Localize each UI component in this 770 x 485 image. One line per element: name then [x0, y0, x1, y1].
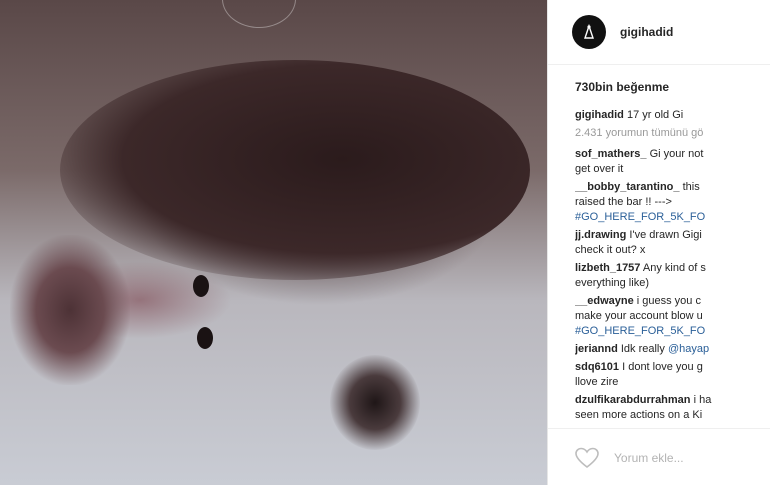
- list-item: lizbeth_1757 Any kind of s everything li…: [575, 261, 770, 291]
- comment-text: i guess you c: [636, 295, 701, 307]
- comment-text: I dont love you g: [622, 361, 703, 373]
- post-header: gigihadid: [548, 0, 770, 65]
- photo-lips-region: [10, 235, 130, 385]
- list-item: sdq6101 I dont love you g llove zire: [575, 360, 770, 390]
- comment-username[interactable]: __bobby_tarantino_: [575, 181, 680, 193]
- photo-eye-region: [330, 355, 420, 450]
- list-item: jeriannd Idk really @hayap: [575, 342, 770, 357]
- caption-text: 17 yr old Gi: [626, 109, 684, 121]
- comment-username[interactable]: jj.drawing: [575, 229, 626, 241]
- comment-text: this: [682, 181, 700, 193]
- comment-username[interactable]: jeriannd: [575, 343, 618, 355]
- comment-text: llove zire: [575, 376, 619, 388]
- add-comment-input[interactable]: Yorum ekle...: [614, 451, 684, 465]
- comment-text: make your account blow u: [575, 310, 703, 322]
- list-item: jj.drawing I've drawn Gigi check it out?…: [575, 228, 770, 258]
- comment-text: everything like): [575, 277, 649, 289]
- comment-text: I've drawn Gigi: [629, 229, 702, 241]
- caption-username[interactable]: gigihadid: [575, 109, 624, 121]
- view-all-comments-link[interactable]: 2.431 yorumun tümünü gö: [575, 126, 770, 141]
- comment-text: Any kind of s: [642, 262, 706, 274]
- mention-link[interactable]: @hayap: [668, 343, 709, 355]
- post-details-panel: gigihadid 730bin beğenme gigihadid 17 yr…: [547, 0, 770, 485]
- likes-count[interactable]: 730bin beğenme: [575, 80, 669, 94]
- comments-list: gigihadid 17 yr old Gi 2.431 yorumun tüm…: [575, 108, 770, 428]
- heart-icon[interactable]: [574, 447, 600, 469]
- comment-text: get over it: [575, 163, 624, 175]
- photo-nostril: [193, 275, 209, 297]
- hashtag-link[interactable]: #GO_HERE_FOR_5K_FO: [575, 324, 770, 339]
- post-photo: [0, 0, 547, 485]
- comment-username[interactable]: lizbeth_1757: [575, 262, 640, 274]
- list-item: __bobby_tarantino_ this raised the bar !…: [575, 180, 770, 225]
- caption: gigihadid 17 yr old Gi: [575, 108, 770, 123]
- comment-username[interactable]: sdq6101: [575, 361, 619, 373]
- list-item: sof_mathers_ Gi your not get over it: [575, 147, 770, 177]
- post-username[interactable]: gigihadid: [620, 25, 673, 39]
- comment-text: check it out? x: [575, 244, 646, 256]
- list-item: dzulfikarabdurrahman i ha seen more acti…: [575, 393, 770, 423]
- comment-username[interactable]: __edwayne: [575, 295, 634, 307]
- avatar-logo-icon: [584, 24, 594, 39]
- list-item: __edwayne i guess you c make your accoun…: [575, 294, 770, 339]
- comment-text: i ha: [693, 394, 712, 406]
- photo-hair-region: [60, 60, 530, 280]
- comment-text: seen more actions on a Ki: [575, 409, 703, 421]
- comment-text: Idk really @hayap: [620, 343, 710, 355]
- comment-text: Gi your not: [649, 148, 704, 160]
- hashtag-link[interactable]: #GO_HERE_FOR_5K_FO: [575, 210, 770, 225]
- comment-bar: Yorum ekle...: [548, 428, 770, 485]
- comment-username[interactable]: dzulfikarabdurrahman: [575, 394, 691, 406]
- photo-nostril: [197, 327, 213, 349]
- avatar[interactable]: [572, 15, 606, 49]
- comment-username[interactable]: sof_mathers_: [575, 148, 647, 160]
- photo-decoration: [222, 0, 296, 28]
- comment-text: raised the bar !! --->: [575, 196, 672, 208]
